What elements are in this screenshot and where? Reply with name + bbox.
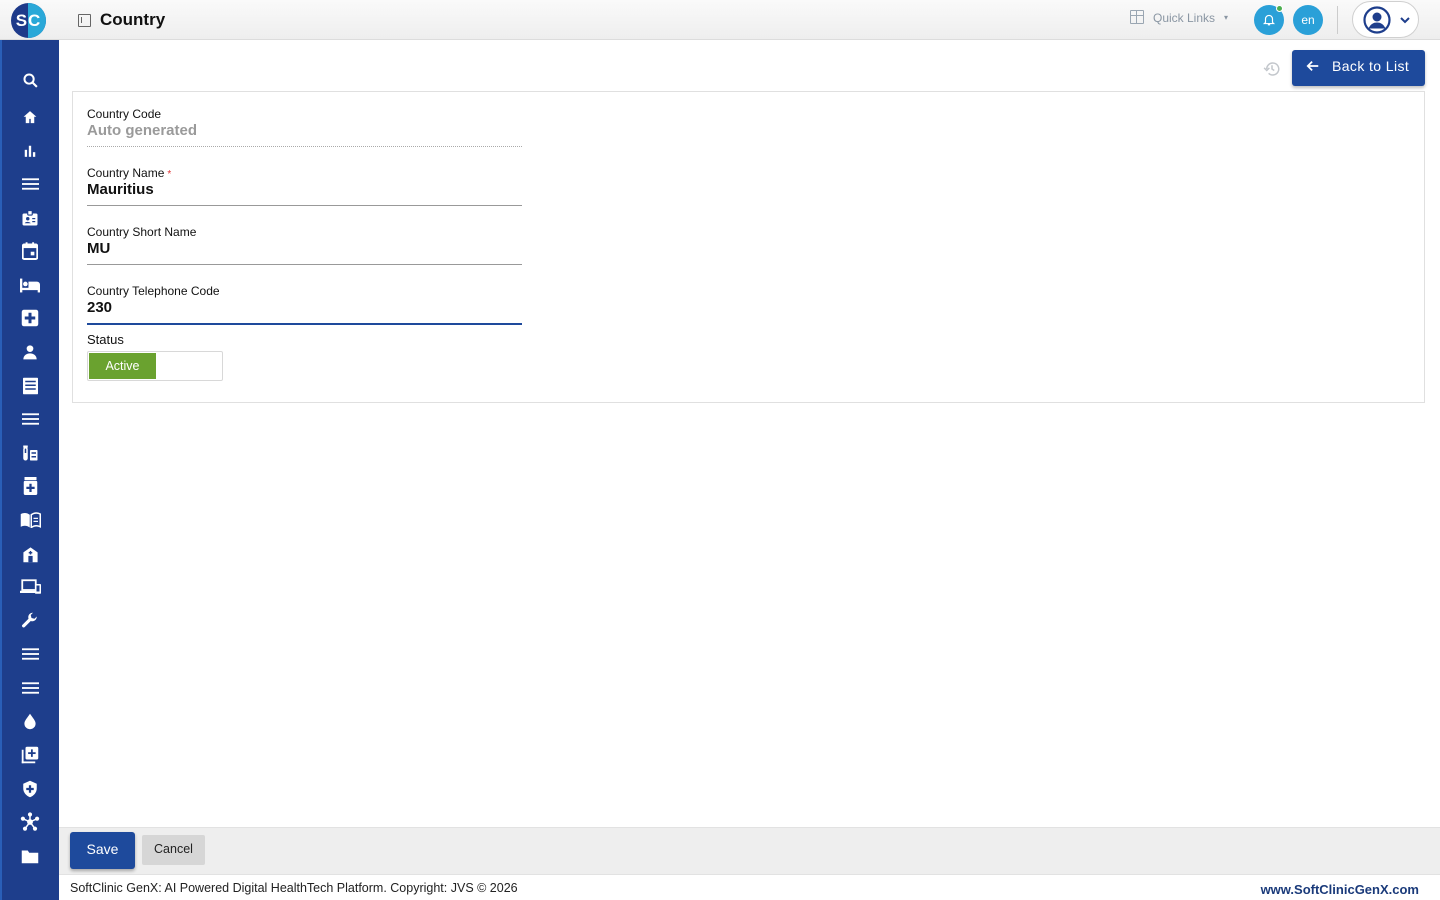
book-open-icon[interactable] bbox=[19, 509, 41, 531]
lab-tubes-icon[interactable] bbox=[19, 442, 41, 464]
document-list-icon[interactable] bbox=[19, 375, 41, 397]
menu-icon[interactable] bbox=[19, 643, 41, 665]
sidebar bbox=[0, 40, 59, 900]
save-button[interactable]: Save bbox=[70, 832, 135, 869]
page-icon bbox=[78, 14, 91, 27]
copyright-text: SoftClinic GenX: AI Powered Digital Heal… bbox=[70, 881, 518, 895]
wrench-icon[interactable] bbox=[19, 610, 41, 632]
country-name-field[interactable]: Country Name * Mauritius bbox=[87, 166, 522, 206]
user-menu-button[interactable] bbox=[1352, 1, 1419, 38]
country-name-label: Country Name bbox=[87, 166, 165, 180]
search-icon[interactable] bbox=[19, 69, 41, 91]
country-telephone-code-input[interactable]: 230 bbox=[87, 299, 522, 318]
bell-icon bbox=[1262, 14, 1276, 26]
top-bar: SC Country Quick Links ▾ en bbox=[0, 0, 1440, 40]
calendar-icon[interactable] bbox=[19, 240, 41, 262]
id-badge-icon[interactable] bbox=[19, 207, 41, 229]
country-code-label: Country Code bbox=[87, 107, 162, 121]
add-library-icon[interactable] bbox=[19, 744, 41, 766]
menu-icon[interactable] bbox=[19, 408, 41, 430]
country-name-input[interactable]: Mauritius bbox=[87, 181, 522, 200]
folder-icon[interactable] bbox=[19, 845, 41, 867]
hospital-building-icon[interactable] bbox=[19, 543, 41, 565]
country-telephone-code-label: Country Telephone Code bbox=[87, 284, 220, 298]
home-icon[interactable] bbox=[19, 106, 41, 128]
hub-network-icon[interactable] bbox=[19, 811, 41, 833]
website-link[interactable]: www.SoftClinicGenX.com bbox=[1261, 882, 1419, 897]
bar-chart-icon[interactable] bbox=[19, 140, 41, 162]
medical-plus-icon[interactable] bbox=[19, 307, 41, 329]
country-short-name-input[interactable]: MU bbox=[87, 240, 522, 259]
quick-links-icon[interactable] bbox=[1130, 10, 1144, 24]
status-label: Status bbox=[87, 332, 124, 347]
country-short-name-field[interactable]: Country Short Name MU bbox=[87, 225, 522, 265]
chevron-down-icon[interactable]: ▾ bbox=[1224, 13, 1228, 22]
page-title: Country bbox=[100, 10, 166, 29]
back-to-list-label: Back to List bbox=[1332, 58, 1410, 74]
status-active-option[interactable]: Active bbox=[89, 353, 156, 379]
menu-icon[interactable] bbox=[19, 173, 41, 195]
shield-plus-icon[interactable] bbox=[19, 778, 41, 800]
bed-icon[interactable] bbox=[19, 274, 41, 296]
arrow-left-icon bbox=[1306, 61, 1319, 71]
chevron-down-icon bbox=[1400, 17, 1410, 24]
footer: SoftClinic GenX: AI Powered Digital Heal… bbox=[59, 874, 1440, 900]
divider bbox=[1337, 6, 1338, 34]
country-short-name-label: Country Short Name bbox=[87, 225, 197, 239]
status-toggle[interactable]: Active bbox=[87, 351, 223, 381]
notification-dot bbox=[1276, 5, 1283, 12]
app-logo[interactable]: SC bbox=[11, 3, 46, 38]
required-mark: * bbox=[167, 169, 172, 180]
country-telephone-code-field[interactable]: Country Telephone Code 230 bbox=[87, 284, 522, 325]
user-avatar-icon bbox=[1363, 6, 1391, 34]
back-to-list-button[interactable]: Back to List bbox=[1292, 50, 1425, 86]
country-code-value: Auto generated bbox=[87, 122, 198, 139]
history-icon[interactable] bbox=[1263, 60, 1281, 78]
action-bar bbox=[59, 827, 1440, 874]
cancel-button[interactable]: Cancel bbox=[142, 835, 205, 865]
devices-icon[interactable] bbox=[19, 576, 41, 598]
person-icon[interactable] bbox=[19, 341, 41, 363]
menu-icon[interactable] bbox=[19, 677, 41, 699]
quick-links-button[interactable]: Quick Links bbox=[1153, 11, 1215, 25]
country-form-card: Country Code Auto generated Country Name… bbox=[72, 91, 1425, 403]
blood-drop-icon[interactable] bbox=[19, 710, 41, 732]
pharmacy-icon[interactable] bbox=[19, 475, 41, 497]
country-code-field: Country Code Auto generated bbox=[87, 107, 522, 147]
language-button[interactable]: en bbox=[1293, 5, 1323, 35]
